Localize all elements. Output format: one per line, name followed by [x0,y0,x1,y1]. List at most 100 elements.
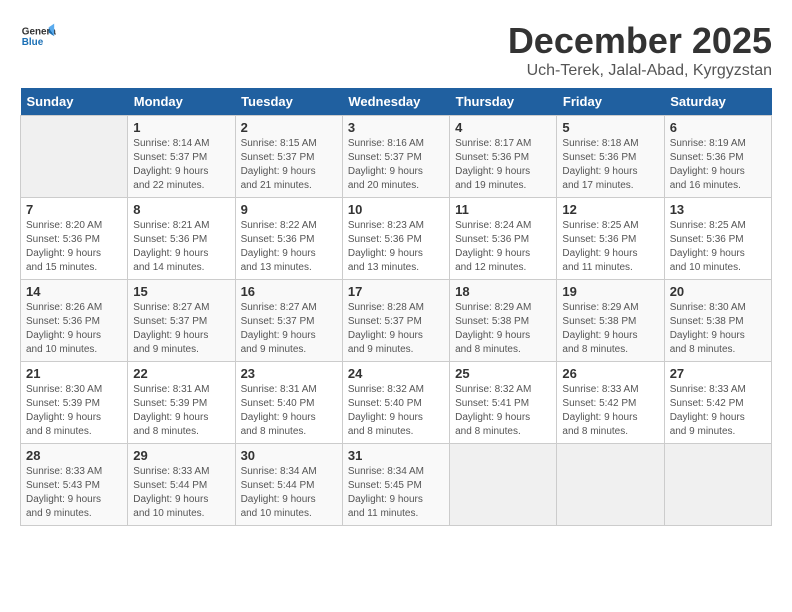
calendar-cell [450,444,557,526]
day-info: Sunrise: 8:16 AM Sunset: 5:37 PM Dayligh… [348,137,444,193]
calendar-cell: 30 Sunrise: 8:34 AM Sunset: 5:44 PM Dayli… [235,444,342,526]
calendar-cell: 17 Sunrise: 8:28 AM Sunset: 5:37 PM Dayli… [342,280,449,362]
day-number: 27 [670,366,766,381]
day-info: Sunrise: 8:18 AM Sunset: 5:36 PM Dayligh… [562,137,658,193]
day-info: Sunrise: 8:29 AM Sunset: 5:38 PM Dayligh… [562,301,658,357]
calendar-cell: 24 Sunrise: 8:32 AM Sunset: 5:40 PM Dayli… [342,362,449,444]
day-number: 11 [455,202,551,217]
day-info: Sunrise: 8:30 AM Sunset: 5:38 PM Dayligh… [670,301,766,357]
day-number: 23 [241,366,337,381]
day-info: Sunrise: 8:22 AM Sunset: 5:36 PM Dayligh… [241,219,337,275]
header-day-saturday: Saturday [664,88,771,116]
day-info: Sunrise: 8:25 AM Sunset: 5:36 PM Dayligh… [670,219,766,275]
day-info: Sunrise: 8:21 AM Sunset: 5:36 PM Dayligh… [133,219,229,275]
calendar-cell: 21 Sunrise: 8:30 AM Sunset: 5:39 PM Dayli… [21,362,128,444]
logo: General Blue [20,20,58,56]
calendar-cell: 27 Sunrise: 8:33 AM Sunset: 5:42 PM Dayli… [664,362,771,444]
header-day-monday: Monday [128,88,235,116]
day-info: Sunrise: 8:23 AM Sunset: 5:36 PM Dayligh… [348,219,444,275]
day-info: Sunrise: 8:30 AM Sunset: 5:39 PM Dayligh… [26,383,122,439]
calendar-cell [21,116,128,198]
calendar-week-1: 1Sunrise: 8:14 AM Sunset: 5:37 PM Daylig… [21,116,772,198]
calendar-cell: 8 Sunrise: 8:21 AM Sunset: 5:36 PM Daylig… [128,198,235,280]
calendar-cell: 26 Sunrise: 8:33 AM Sunset: 5:42 PM Dayli… [557,362,664,444]
day-number: 7 [26,202,122,217]
day-number: 30 [241,448,337,463]
calendar-week-4: 21 Sunrise: 8:30 AM Sunset: 5:39 PM Dayli… [21,362,772,444]
day-number: 28 [26,448,122,463]
day-info: Sunrise: 8:32 AM Sunset: 5:40 PM Dayligh… [348,383,444,439]
calendar-cell: 23 Sunrise: 8:31 AM Sunset: 5:40 PM Dayli… [235,362,342,444]
day-number: 14 [26,284,122,299]
calendar-cell: 5Sunrise: 8:18 AM Sunset: 5:36 PM Daylig… [557,116,664,198]
day-number: 2 [241,120,337,135]
day-info: Sunrise: 8:31 AM Sunset: 5:39 PM Dayligh… [133,383,229,439]
calendar-cell [557,444,664,526]
svg-text:Blue: Blue [22,37,44,48]
calendar-cell: 31Sunrise: 8:34 AM Sunset: 5:45 PM Dayli… [342,444,449,526]
day-number: 20 [670,284,766,299]
day-info: Sunrise: 8:20 AM Sunset: 5:36 PM Dayligh… [26,219,122,275]
day-number: 13 [670,202,766,217]
day-info: Sunrise: 8:32 AM Sunset: 5:41 PM Dayligh… [455,383,551,439]
day-number: 22 [133,366,229,381]
day-info: Sunrise: 8:31 AM Sunset: 5:40 PM Dayligh… [241,383,337,439]
day-number: 3 [348,120,444,135]
calendar-cell: 14Sunrise: 8:26 AM Sunset: 5:36 PM Dayli… [21,280,128,362]
logo-icon: General Blue [20,20,56,56]
day-number: 21 [26,366,122,381]
day-number: 1 [133,120,229,135]
day-info: Sunrise: 8:33 AM Sunset: 5:42 PM Dayligh… [670,383,766,439]
day-info: Sunrise: 8:33 AM Sunset: 5:44 PM Dayligh… [133,465,229,521]
day-number: 19 [562,284,658,299]
day-number: 10 [348,202,444,217]
day-number: 4 [455,120,551,135]
calendar-table: SundayMondayTuesdayWednesdayThursdayFrid… [20,88,772,526]
day-number: 12 [562,202,658,217]
day-info: Sunrise: 8:19 AM Sunset: 5:36 PM Dayligh… [670,137,766,193]
calendar-cell: 22 Sunrise: 8:31 AM Sunset: 5:39 PM Dayli… [128,362,235,444]
day-info: Sunrise: 8:33 AM Sunset: 5:43 PM Dayligh… [26,465,122,521]
day-number: 26 [562,366,658,381]
calendar-cell: 4 Sunrise: 8:17 AM Sunset: 5:36 PM Daylig… [450,116,557,198]
calendar-cell: 25 Sunrise: 8:32 AM Sunset: 5:41 PM Dayli… [450,362,557,444]
title-section: December 2025 Uch-Terek, Jalal-Abad, Kyr… [508,20,772,80]
calendar-cell: 12Sunrise: 8:25 AM Sunset: 5:36 PM Dayli… [557,198,664,280]
day-info: Sunrise: 8:27 AM Sunset: 5:37 PM Dayligh… [133,301,229,357]
calendar-cell: 6 Sunrise: 8:19 AM Sunset: 5:36 PM Daylig… [664,116,771,198]
day-number: 6 [670,120,766,135]
calendar-week-3: 14Sunrise: 8:26 AM Sunset: 5:36 PM Dayli… [21,280,772,362]
calendar-cell: 11 Sunrise: 8:24 AM Sunset: 5:36 PM Dayli… [450,198,557,280]
day-info: Sunrise: 8:17 AM Sunset: 5:36 PM Dayligh… [455,137,551,193]
day-info: Sunrise: 8:29 AM Sunset: 5:38 PM Dayligh… [455,301,551,357]
calendar-cell: 29 Sunrise: 8:33 AM Sunset: 5:44 PM Dayli… [128,444,235,526]
day-number: 24 [348,366,444,381]
day-number: 25 [455,366,551,381]
calendar-week-2: 7 Sunrise: 8:20 AM Sunset: 5:36 PM Daylig… [21,198,772,280]
calendar-header-row: SundayMondayTuesdayWednesdayThursdayFrid… [21,88,772,116]
day-info: Sunrise: 8:24 AM Sunset: 5:36 PM Dayligh… [455,219,551,275]
calendar-cell: 1Sunrise: 8:14 AM Sunset: 5:37 PM Daylig… [128,116,235,198]
month-title: December 2025 [508,20,772,62]
header-day-sunday: Sunday [21,88,128,116]
header-day-thursday: Thursday [450,88,557,116]
day-number: 17 [348,284,444,299]
day-number: 18 [455,284,551,299]
header-day-friday: Friday [557,88,664,116]
calendar-cell: 18 Sunrise: 8:29 AM Sunset: 5:38 PM Dayli… [450,280,557,362]
day-info: Sunrise: 8:34 AM Sunset: 5:44 PM Dayligh… [241,465,337,521]
day-info: Sunrise: 8:15 AM Sunset: 5:37 PM Dayligh… [241,137,337,193]
calendar-cell: 28 Sunrise: 8:33 AM Sunset: 5:43 PM Dayli… [21,444,128,526]
calendar-cell: 10 Sunrise: 8:23 AM Sunset: 5:36 PM Dayli… [342,198,449,280]
header-day-wednesday: Wednesday [342,88,449,116]
calendar-cell: 15Sunrise: 8:27 AM Sunset: 5:37 PM Dayli… [128,280,235,362]
day-number: 8 [133,202,229,217]
day-number: 29 [133,448,229,463]
day-info: Sunrise: 8:27 AM Sunset: 5:37 PM Dayligh… [241,301,337,357]
calendar-cell: 9Sunrise: 8:22 AM Sunset: 5:36 PM Daylig… [235,198,342,280]
calendar-cell: 19 Sunrise: 8:29 AM Sunset: 5:38 PM Dayli… [557,280,664,362]
calendar-cell: 16Sunrise: 8:27 AM Sunset: 5:37 PM Dayli… [235,280,342,362]
day-info: Sunrise: 8:28 AM Sunset: 5:37 PM Dayligh… [348,301,444,357]
day-info: Sunrise: 8:33 AM Sunset: 5:42 PM Dayligh… [562,383,658,439]
calendar-cell: 13 Sunrise: 8:25 AM Sunset: 5:36 PM Dayli… [664,198,771,280]
